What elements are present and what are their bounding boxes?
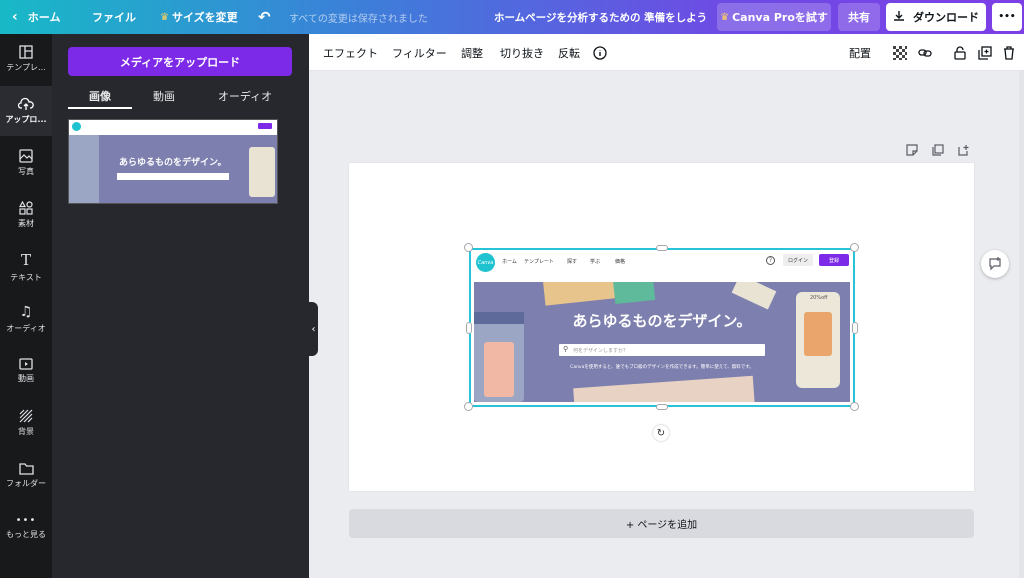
tab-images[interactable]: 画像 [68, 84, 132, 108]
document-title[interactable]: ホームページを分析するための 準備をしよう [494, 0, 707, 34]
comment-icon [989, 257, 1001, 271]
photo-icon [19, 149, 33, 163]
text-icon: T [20, 251, 31, 269]
nav-photos[interactable]: 写真 [0, 138, 52, 188]
selection-box [469, 248, 855, 407]
resize-button[interactable]: ♛ サイズを変更 [160, 0, 238, 34]
add-comment-button[interactable] [981, 250, 1009, 278]
crop-button[interactable]: 切り抜き [500, 34, 544, 71]
info-icon[interactable] [593, 34, 607, 71]
effects-button[interactable]: エフェクト [323, 34, 378, 71]
file-menu[interactable]: ファイル [92, 0, 136, 34]
background-pattern-icon [19, 409, 33, 423]
nav-uploads[interactable]: アップロ... [0, 86, 52, 136]
nav-video[interactable]: 動画 [0, 346, 52, 396]
editor-toolbar: エフェクト フィルター 調整 切り抜き 反転 配置 [309, 34, 1024, 71]
resize-handle-right[interactable] [852, 322, 858, 334]
canva-pro-button[interactable]: ♛ Canva Proを試す [717, 3, 831, 31]
uploads-panel: メディアをアップロード 画像 動画 オーディオ あらゆるものをデザイン。 [52, 34, 309, 578]
page-notes-icon[interactable] [904, 142, 920, 158]
nav-templates[interactable]: テンプレ... [0, 34, 52, 84]
add-page-icon[interactable] [956, 142, 972, 158]
crown-icon: ♛ [160, 11, 169, 23]
adjust-button[interactable]: 調整 [461, 34, 483, 71]
thumbnail-header [69, 120, 277, 133]
video-icon [19, 358, 33, 370]
nav-background[interactable]: 背景 [0, 398, 52, 448]
more-dots-icon: ••• [15, 514, 37, 526]
download-button[interactable]: ダウンロード [886, 3, 986, 31]
resize-handle-top[interactable] [656, 245, 668, 251]
download-icon [893, 10, 905, 25]
canva-logo-icon [72, 122, 81, 131]
shapes-icon [19, 201, 33, 215]
resize-handle-bottom[interactable] [656, 404, 668, 410]
crown-icon: ♛ [720, 11, 730, 23]
duplicate-page-icon[interactable] [930, 142, 946, 158]
flip-button[interactable]: 反転 [558, 34, 580, 71]
chevron-left-icon: ‹ [12, 9, 18, 25]
scrollbar[interactable] [1019, 71, 1024, 578]
home-button[interactable]: ‹ ホーム [12, 0, 60, 34]
undo-icon[interactable]: ↶ [258, 0, 271, 34]
resize-handle-br[interactable] [850, 402, 859, 411]
thumbnail-hero: あらゆるものをデザイン。 [69, 135, 277, 203]
nav-elements[interactable]: 素材 [0, 190, 52, 240]
active-tab-indicator [68, 107, 132, 109]
transparency-icon[interactable] [893, 34, 907, 71]
more-button[interactable]: ••• [992, 3, 1022, 31]
collapse-panel-button[interactable]: ‹ [309, 302, 318, 356]
nav-more[interactable]: ••• もっと見る [0, 502, 52, 552]
template-icon [19, 45, 33, 59]
rotate-icon[interactable]: ↻ [653, 425, 669, 441]
tab-audio[interactable]: オーディオ [210, 84, 280, 108]
resize-handle-bl[interactable] [464, 402, 473, 411]
add-page-button[interactable]: + ページを追加 [349, 509, 974, 538]
resize-handle-left[interactable] [466, 322, 472, 334]
link-icon[interactable] [918, 34, 932, 71]
share-button[interactable]: 共有 [838, 3, 880, 31]
music-note-icon: ♫ [19, 304, 33, 320]
cloud-upload-icon [18, 97, 34, 110]
upload-media-button[interactable]: メディアをアップロード [68, 47, 292, 76]
duplicate-icon[interactable] [978, 34, 992, 71]
nav-text[interactable]: T テキスト [0, 242, 52, 292]
position-button[interactable]: 配置 [849, 34, 871, 71]
left-nav: テンプレ... アップロ... 写真 素材 T テキスト ♫ オーディオ 動画 … [0, 34, 52, 578]
nav-folders[interactable]: フォルダー [0, 450, 52, 500]
tab-videos[interactable]: 動画 [140, 84, 188, 108]
trash-icon[interactable] [1003, 34, 1015, 71]
folder-icon [18, 462, 34, 475]
lock-icon[interactable] [954, 34, 966, 71]
resize-handle-tr[interactable] [850, 243, 859, 252]
top-bar: ‹ ホーム ファイル ♛ サイズを変更 ↶ すべての変更は保存されました ホーム… [0, 0, 1024, 34]
filter-button[interactable]: フィルター [392, 34, 447, 71]
nav-audio[interactable]: ♫ オーディオ [0, 294, 52, 344]
thumbnail-searchbar [117, 173, 229, 180]
save-status: すべての変更は保存されました [289, 13, 428, 25]
signup-mini [258, 123, 272, 129]
uploaded-image-thumbnail[interactable]: あらゆるものをデザイン。 [68, 119, 278, 204]
resize-handle-tl[interactable] [464, 243, 473, 252]
